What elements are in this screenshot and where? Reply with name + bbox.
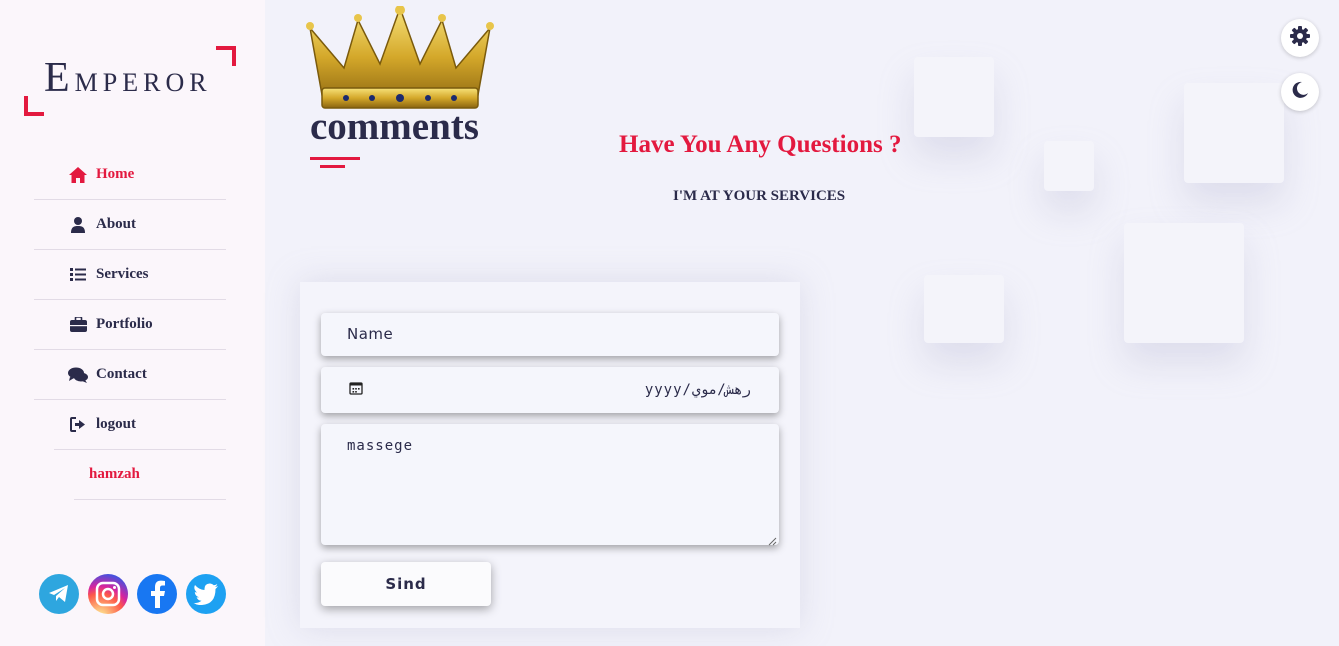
send-button[interactable]: Sind [321,562,491,606]
nav-item-logout[interactable]: logout [54,400,226,450]
resize-handle-icon[interactable] [768,534,777,546]
facebook-icon[interactable] [137,574,177,614]
user-name-label: hamzah [89,466,140,482]
logo-rest: MPEROR [74,68,212,97]
nav-item-home[interactable]: Home [34,150,226,200]
sidebar: EMPEROR Home About Services Portfolio Co… [0,0,265,646]
date-field[interactable]: yyyy/رهش/موي [321,367,779,413]
comment-form: Name yyyy/رهش/موي massege Sind [300,282,800,628]
logout-icon [68,417,88,432]
nav-item-services[interactable]: Services [34,250,226,300]
nav-label-home: Home [96,166,135,182]
decorative-square [1124,223,1244,343]
nav-label-logout: logout [96,416,137,432]
section-title: comments [310,105,479,148]
title-underline-short [320,165,345,168]
logo-text: EMPEROR [44,54,212,102]
calendar-icon[interactable] [349,381,363,399]
logo[interactable]: EMPEROR [24,46,236,116]
moon-icon [1291,81,1309,104]
message-placeholder: massege [347,438,414,454]
nav-menu: Home About Services Portfolio Contact lo… [34,150,226,500]
nav-label-portfolio: Portfolio [96,316,153,332]
home-icon [68,166,88,183]
crown-icon [306,5,494,110]
question-heading: Have You Any Questions ? [619,131,902,158]
nav-label-about: About [96,216,137,232]
social-links [39,574,226,614]
decorative-square [924,275,1004,343]
logo-first-letter: E [44,55,75,101]
name-placeholder: Name [347,325,394,343]
telegram-icon[interactable] [39,574,79,614]
list-icon [68,268,88,281]
date-placeholder: yyyy/رهش/موي [644,382,751,398]
message-textarea[interactable]: massege [321,424,779,546]
gear-icon [1290,25,1310,51]
logo-corner-top-right [216,46,236,66]
comments-icon [68,367,88,383]
title-underline [310,157,360,160]
nav-label-contact: Contact [96,366,147,382]
nav-item-contact[interactable]: Contact [34,350,226,400]
logo-corner-bottom-left [24,96,44,116]
user-icon [68,216,88,233]
user-name: hamzah [74,450,226,500]
nav-item-portfolio[interactable]: Portfolio [34,300,226,350]
nav-label-services: Services [96,266,149,282]
dark-mode-button[interactable] [1281,73,1319,111]
settings-button[interactable] [1281,19,1319,57]
decorative-square [1184,83,1284,183]
nav-item-about[interactable]: About [34,200,226,250]
name-field[interactable]: Name [321,313,779,356]
twitter-icon[interactable] [186,574,226,614]
decorative-square [1044,141,1094,191]
instagram-icon[interactable] [88,574,128,614]
decorative-square [914,57,994,137]
briefcase-icon [68,317,88,332]
subtitle: I'M AT YOUR SERVICES [673,188,846,204]
